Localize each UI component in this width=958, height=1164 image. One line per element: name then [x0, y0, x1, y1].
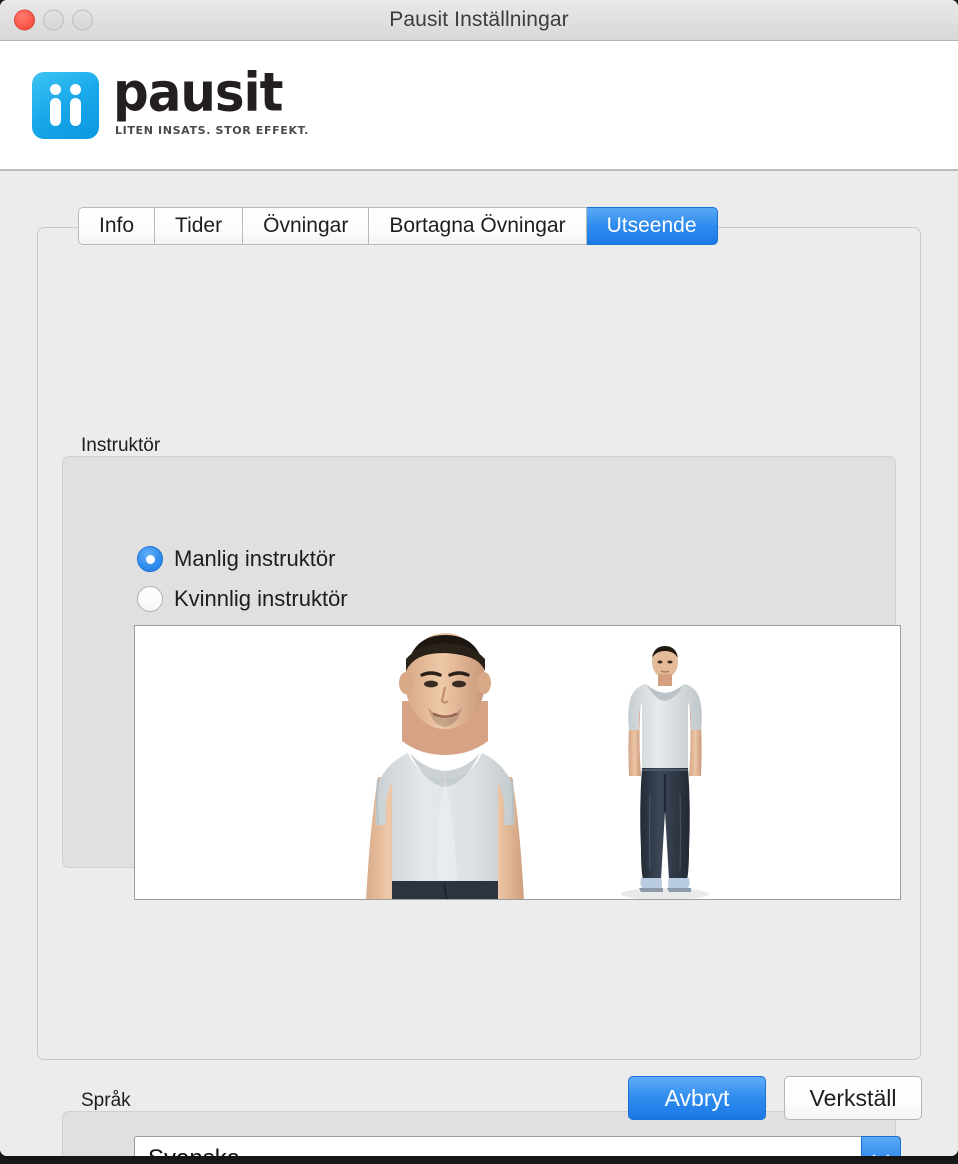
maximize-button[interactable] [72, 9, 93, 31]
tab-bortagna-ovningar[interactable]: Bortagna Övningar [369, 207, 587, 245]
radio-selected-icon[interactable] [137, 546, 163, 572]
window-title: Pausit Inställningar [389, 8, 569, 31]
window-controls [14, 9, 93, 31]
tab-bar: Info Tider Övningar Bortagna Övningar Ut… [78, 207, 718, 245]
logo-wordmark: pausit LITEN INSATS. STOR EFFEKT. [113, 66, 308, 137]
logo-tagline: LITEN INSATS. STOR EFFEKT. [115, 124, 309, 137]
radio-kvinnlig-instruktor[interactable]: Kvinnlig instruktör [137, 586, 348, 612]
radio-manlig-instruktor[interactable]: Manlig instruktör [137, 546, 335, 572]
logo-brand-name: pausit [113, 61, 283, 125]
instructor-group-label: Instruktör [81, 435, 161, 456]
logo-body-shape [50, 98, 61, 126]
avatar-fullbody-image [621, 646, 709, 899]
tab-utseende[interactable]: Utseende [586, 207, 718, 245]
tab-ovningar[interactable]: Övningar [243, 207, 370, 245]
pausit-logo-mark-icon [32, 71, 99, 139]
logo-body-shape [70, 98, 81, 126]
instructor-preview [134, 625, 901, 900]
logo-head-shape [70, 84, 81, 95]
language-group-label: Språk [81, 1090, 131, 1111]
brand-header: pausit LITEN INSATS. STOR EFFEKT. [0, 41, 958, 171]
radio-unselected-icon[interactable] [137, 586, 163, 612]
tab-tider[interactable]: Tider [155, 207, 244, 245]
settings-window: Pausit Inställningar pausit LITEN INSATS… [0, 0, 958, 1156]
radio-kvinnlig-label: Kvinnlig instruktör [174, 586, 348, 611]
instructor-group-box: Manlig instruktör Kvinnlig instruktör [62, 456, 901, 900]
language-select[interactable]: Svenska [134, 1136, 901, 1156]
tab-info[interactable]: Info [78, 207, 156, 245]
tab-panel-utseende: Instruktör Manlig instruktör Kvinnlig in… [37, 227, 921, 1156]
pausit-logo: pausit LITEN INSATS. STOR EFFEKT. [32, 66, 308, 139]
window-titlebar: Pausit Inställningar [0, 0, 958, 41]
settings-content: Info Tider Övningar Bortagna Övningar Ut… [0, 171, 958, 1156]
logo-head-shape [50, 84, 61, 95]
cancel-button[interactable]: Avbryt [628, 1076, 766, 1120]
logo-figure-left [50, 84, 61, 126]
close-button[interactable] [14, 9, 35, 31]
dialog-footer: Avbryt Verkställ [628, 1076, 922, 1120]
language-select-value: Svenska [135, 1145, 240, 1156]
logo-figure-right [70, 84, 81, 126]
apply-button[interactable]: Verkställ [784, 1076, 922, 1120]
avatar-closeup-image [366, 633, 524, 899]
minimize-button[interactable] [43, 9, 64, 31]
radio-manlig-label: Manlig instruktör [174, 546, 336, 571]
chevron-down-icon[interactable] [861, 1136, 901, 1156]
